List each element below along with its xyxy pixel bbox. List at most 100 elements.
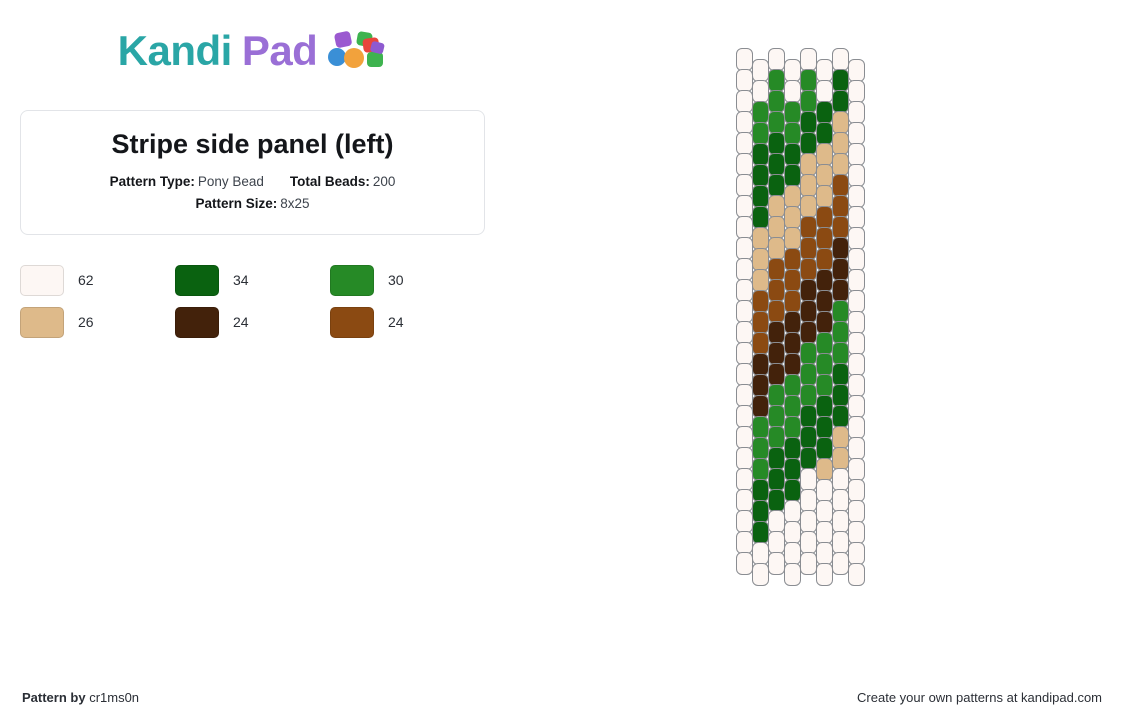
bead-cell[interactable] xyxy=(832,195,849,218)
bead-cell[interactable] xyxy=(752,248,769,271)
bead-cell[interactable] xyxy=(848,332,865,355)
bead-cell[interactable] xyxy=(816,206,833,229)
bead-cell[interactable] xyxy=(736,300,753,323)
bead-cell[interactable] xyxy=(816,458,833,481)
bead-cell[interactable] xyxy=(768,48,785,71)
bead-cell[interactable] xyxy=(768,279,785,302)
bead-cell[interactable] xyxy=(816,80,833,103)
bead-cell[interactable] xyxy=(784,290,801,313)
bead-cell[interactable] xyxy=(848,353,865,376)
bead-cell[interactable] xyxy=(736,426,753,449)
bead-cell[interactable] xyxy=(816,353,833,376)
bead-cell[interactable] xyxy=(816,185,833,208)
bead-cell[interactable] xyxy=(832,510,849,533)
bead-cell[interactable] xyxy=(768,174,785,197)
bead-cell[interactable] xyxy=(848,416,865,439)
bead-cell[interactable] xyxy=(800,90,817,113)
bead-cell[interactable] xyxy=(848,458,865,481)
bead-cell[interactable] xyxy=(736,195,753,218)
bead-cell[interactable] xyxy=(848,80,865,103)
bead-cell[interactable] xyxy=(848,101,865,124)
bead-cell[interactable] xyxy=(736,321,753,344)
bead-cell[interactable] xyxy=(800,279,817,302)
bead-cell[interactable] xyxy=(832,321,849,344)
bead-cell[interactable] xyxy=(752,122,769,145)
bead-cell[interactable] xyxy=(736,552,753,575)
bead-cell[interactable] xyxy=(752,185,769,208)
bead-cell[interactable] xyxy=(816,101,833,124)
bead-cell[interactable] xyxy=(816,479,833,502)
bead-cell[interactable] xyxy=(768,237,785,260)
bead-cell[interactable] xyxy=(752,311,769,334)
bead-cell[interactable] xyxy=(752,500,769,523)
bead-cell[interactable] xyxy=(832,132,849,155)
bead-cell[interactable] xyxy=(800,342,817,365)
bead-cell[interactable] xyxy=(832,489,849,512)
bead-cell[interactable] xyxy=(800,195,817,218)
bead-cell[interactable] xyxy=(784,59,801,82)
bead-cell[interactable] xyxy=(800,468,817,491)
bead-cell[interactable] xyxy=(768,510,785,533)
bead-cell[interactable] xyxy=(848,500,865,523)
bead-cell[interactable] xyxy=(736,216,753,239)
bead-cell[interactable] xyxy=(784,395,801,418)
bead-cell[interactable] xyxy=(832,48,849,71)
bead-cell[interactable] xyxy=(832,531,849,554)
bead-cell[interactable] xyxy=(816,332,833,355)
bead-cell[interactable] xyxy=(816,269,833,292)
bead-cell[interactable] xyxy=(736,111,753,134)
bead-cell[interactable] xyxy=(832,69,849,92)
bead-cell[interactable] xyxy=(848,437,865,460)
bead-cell[interactable] xyxy=(800,237,817,260)
bead-cell[interactable] xyxy=(848,122,865,145)
bead-cell[interactable] xyxy=(768,468,785,491)
bead-cell[interactable] xyxy=(800,48,817,71)
bead-cell[interactable] xyxy=(752,269,769,292)
bead-cell[interactable] xyxy=(832,447,849,470)
bead-cell[interactable] xyxy=(848,164,865,187)
bead-cell[interactable] xyxy=(800,216,817,239)
bead-cell[interactable] xyxy=(800,405,817,428)
bead-cell[interactable] xyxy=(800,69,817,92)
bead-cell[interactable] xyxy=(816,521,833,544)
bead-cell[interactable] xyxy=(736,132,753,155)
bead-cell[interactable] xyxy=(768,531,785,554)
bead-cell[interactable] xyxy=(832,405,849,428)
bead-cell[interactable] xyxy=(752,206,769,229)
bead-cell[interactable] xyxy=(816,143,833,166)
bead-cell[interactable] xyxy=(736,153,753,176)
bead-cell[interactable] xyxy=(848,143,865,166)
bead-cell[interactable] xyxy=(736,48,753,71)
bead-cell[interactable] xyxy=(816,542,833,565)
bead-cell[interactable] xyxy=(768,69,785,92)
bead-cell[interactable] xyxy=(736,342,753,365)
bead-cell[interactable] xyxy=(784,143,801,166)
bead-cell[interactable] xyxy=(768,111,785,134)
bead-cell[interactable] xyxy=(752,227,769,250)
bead-cell[interactable] xyxy=(736,531,753,554)
bead-cell[interactable] xyxy=(784,332,801,355)
bead-cell[interactable] xyxy=(784,101,801,124)
bead-cell[interactable] xyxy=(816,416,833,439)
bead-cell[interactable] xyxy=(800,552,817,575)
bead-cell[interactable] xyxy=(848,374,865,397)
bead-cell[interactable] xyxy=(848,59,865,82)
bead-cell[interactable] xyxy=(832,153,849,176)
bead-cell[interactable] xyxy=(848,269,865,292)
bead-cell[interactable] xyxy=(848,311,865,334)
bead-cell[interactable] xyxy=(736,279,753,302)
bead-cell[interactable] xyxy=(752,416,769,439)
bead-cell[interactable] xyxy=(768,258,785,281)
bead-cell[interactable] xyxy=(848,542,865,565)
bead-cell[interactable] xyxy=(736,489,753,512)
bead-cell[interactable] xyxy=(752,332,769,355)
bead-cell[interactable] xyxy=(784,416,801,439)
bead-cell[interactable] xyxy=(832,111,849,134)
bead-cell[interactable] xyxy=(832,552,849,575)
bead-cell[interactable] xyxy=(800,384,817,407)
bead-cell[interactable] xyxy=(800,363,817,386)
bead-cell[interactable] xyxy=(800,300,817,323)
bead-cell[interactable] xyxy=(816,290,833,313)
bead-cell[interactable] xyxy=(752,374,769,397)
bead-cell[interactable] xyxy=(832,90,849,113)
